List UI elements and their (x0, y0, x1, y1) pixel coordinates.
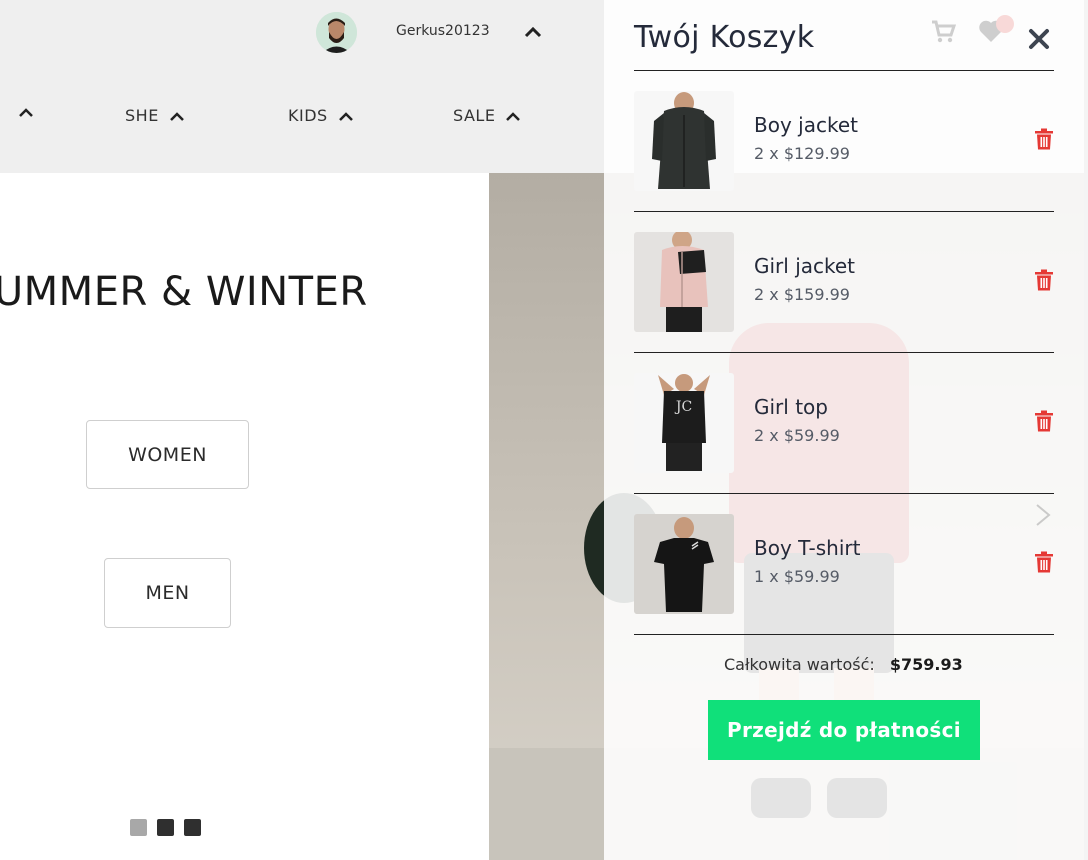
total-value: $759.93 (889, 655, 963, 674)
divider (634, 493, 1054, 494)
hero-left-panel: SUMMER & WINTER WOMEN MEN (0, 173, 489, 860)
cart-title: Twój Koszyk (634, 20, 815, 55)
slider-dot[interactable] (157, 819, 174, 836)
women-button[interactable]: WOMEN (86, 420, 249, 489)
trash-icon[interactable] (1034, 269, 1054, 291)
item-name[interactable]: Boy T-shirt (754, 536, 860, 560)
item-price: 1 x $59.99 (754, 567, 840, 586)
item-price: 2 x $159.99 (754, 285, 850, 304)
slider-dots (130, 819, 201, 836)
men-button[interactable]: MEN (104, 558, 231, 628)
chevron-up-icon[interactable] (522, 22, 544, 42)
slider-dot[interactable] (130, 819, 147, 836)
cart-item: Boy T-shirt 1 x $59.99 (634, 514, 1054, 614)
nav-item-label: SALE (453, 106, 496, 125)
total-label: Całkowita wartość: (724, 655, 875, 674)
item-name[interactable]: Boy jacket (754, 113, 858, 137)
chevron-up-icon (338, 111, 353, 121)
product-thumbnail[interactable] (634, 514, 734, 614)
hero-title: SUMMER & WINTER (0, 269, 368, 315)
nav-item-label: KIDS (288, 106, 328, 125)
nav-item-he[interactable] (8, 106, 34, 118)
product-thumbnail[interactable] (634, 232, 734, 332)
slider-dot[interactable] (184, 819, 201, 836)
checkout-button[interactable]: Przejdź do płatności (708, 700, 980, 760)
trash-icon[interactable] (1034, 551, 1054, 573)
heart-icon (979, 15, 1014, 42)
username-label[interactable]: Gerkus20123 (396, 23, 490, 39)
cart-total: Całkowita wartość: $759.93 (724, 655, 963, 674)
chevron-up-icon (506, 111, 521, 121)
cart-item: JC Girl top 2 x $59.99 (634, 373, 1054, 473)
drawer-scrollbar-track (1084, 0, 1088, 860)
nav-item-kids[interactable]: KIDS (288, 106, 354, 125)
chevron-up-icon (19, 108, 33, 117)
trash-icon[interactable] (1034, 128, 1054, 150)
item-name[interactable]: Girl top (754, 395, 828, 419)
divider (634, 70, 1054, 71)
divider (634, 634, 1054, 635)
product-thumbnail[interactable]: JC (634, 373, 734, 473)
item-price: 2 x $129.99 (754, 144, 850, 163)
divider (634, 352, 1054, 353)
svg-text:JC: JC (674, 399, 692, 415)
chevron-up-icon (169, 111, 184, 121)
divider (634, 211, 1054, 212)
cart-icon (932, 20, 956, 43)
cart-item: Girl jacket 2 x $159.99 (634, 232, 1054, 332)
nav-item-sale[interactable]: SALE (453, 106, 521, 125)
chevron-right-icon[interactable] (1032, 502, 1054, 528)
cart-drawer: Twój Koszyk Boy jacket 2 x $129.99 Girl … (604, 0, 1088, 860)
cart-item: Boy jacket 2 x $129.99 (634, 91, 1054, 191)
nav-item-she[interactable]: SHE (125, 106, 185, 125)
user-avatar[interactable] (316, 12, 357, 53)
close-icon[interactable] (1028, 28, 1050, 50)
trash-icon[interactable] (1034, 410, 1054, 432)
product-thumbnail[interactable] (634, 91, 734, 191)
item-price: 2 x $59.99 (754, 426, 840, 445)
item-name[interactable]: Girl jacket (754, 254, 855, 278)
nav-item-label: SHE (125, 106, 159, 125)
